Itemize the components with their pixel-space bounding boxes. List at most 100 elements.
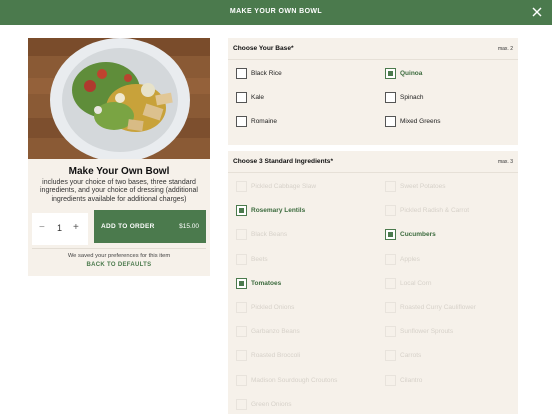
option-roasted-broccoli[interactable]: Roasted Broccoli: [236, 350, 366, 362]
option-green-onions[interactable]: Green Onions: [236, 398, 366, 411]
ingredients-section-header: Choose 3 Standard Ingredients* max. 3: [228, 151, 518, 173]
back-to-defaults-link[interactable]: BACK TO DEFAULTS: [28, 262, 210, 268]
option-label: Roasted Broccoli: [251, 352, 301, 360]
page-title: MAKE YOUR OWN BOWL: [229, 8, 323, 15]
option-cucumbers[interactable]: Cucumbers: [385, 229, 515, 241]
option-label: Quinoa: [400, 70, 423, 77]
max-count: max. 2: [497, 46, 513, 52]
item-card: Make Your Own Bowl includes your choice …: [28, 38, 210, 276]
option-label: Pickled Onions: [251, 304, 295, 311]
option-label: Black Rice: [251, 70, 282, 77]
section-title: Choose 3 Standard Ingredients*: [233, 158, 334, 165]
checkbox[interactable]: [236, 229, 247, 241]
option-black-beans[interactable]: Black Beans: [236, 229, 366, 241]
base-section-header: Choose Your Base* max. 2: [228, 38, 518, 60]
checkbox[interactable]: [236, 68, 247, 79]
base-section: Choose Your Base* max. 2 Black Rice Quino…: [228, 38, 518, 145]
option-label: Rosemary Lentils: [251, 207, 306, 215]
option-romaine[interactable]: Romaine: [236, 116, 366, 128]
option-mixed-greens[interactable]: Mixed Greens: [385, 116, 515, 128]
add-to-order-label: ADD TO ORDER: [101, 223, 155, 230]
checkmark-fill: [239, 280, 244, 286]
option-label: Kale: [251, 94, 265, 101]
checkbox[interactable]: [236, 116, 247, 127]
checkbox[interactable]: [236, 326, 247, 338]
option-label: Madison Sourdough Croutons: [251, 376, 338, 384]
option-label: Local Corn: [400, 279, 432, 287]
checkbox[interactable]: [385, 116, 396, 127]
option-local-corn[interactable]: Local Corn: [385, 277, 515, 290]
max-count: max. 3: [497, 159, 513, 165]
checkbox[interactable]: [236, 253, 247, 265]
section-title: Choose Your Base*: [233, 45, 294, 52]
checkbox[interactable]: [385, 181, 396, 192]
checkbox-checked[interactable]: [385, 68, 396, 79]
checkbox[interactable]: [236, 92, 247, 103]
quantity-stepper: − 1 +: [32, 213, 88, 245]
option-label: Black Beans: [251, 231, 288, 239]
option-label: Mixed Greens: [400, 118, 441, 125]
option-roasted-curry-cauliflower[interactable]: Roasted Curry Cauliflower: [385, 302, 515, 314]
checkbox-checked[interactable]: [236, 277, 247, 289]
checkbox[interactable]: [236, 181, 247, 192]
close-icon[interactable]: [530, 5, 544, 19]
checkmark-fill: [388, 71, 393, 76]
option-pickled-onions[interactable]: Pickled Onions: [236, 302, 366, 314]
checkbox[interactable]: [385, 253, 396, 265]
option-quinoa[interactable]: Quinoa: [385, 68, 515, 80]
checkbox[interactable]: [385, 205, 396, 217]
checkbox[interactable]: [385, 277, 396, 289]
checkbox[interactable]: [385, 302, 396, 313]
option-label: Cucumbers: [400, 231, 436, 239]
item-name: Make Your Own Bowl: [68, 166, 170, 177]
checkbox[interactable]: [385, 350, 396, 362]
checkbox[interactable]: [385, 374, 396, 386]
option-pickled-cabbage-slaw[interactable]: Pickled Cabbage Slaw: [236, 181, 366, 193]
option-tomatoes[interactable]: Tomatoes: [236, 277, 366, 290]
option-label: Carrots: [400, 352, 422, 360]
checkbox[interactable]: [236, 350, 247, 362]
option-garbanzo-beans[interactable]: Garbanzo Beans: [236, 326, 366, 338]
option-rosemary-lentils[interactable]: Rosemary Lentils: [236, 205, 366, 217]
checkmark-fill: [239, 208, 244, 214]
option-label: Roasted Curry Cauliflower: [400, 304, 476, 311]
option-sunflower-sprouts[interactable]: Sunflower Sprouts: [385, 326, 515, 338]
checkbox[interactable]: [236, 398, 247, 410]
option-kale[interactable]: Kale: [236, 92, 366, 104]
option-label: Sunflower Sprouts: [400, 328, 454, 336]
plus-icon[interactable]: +: [73, 222, 79, 233]
ingredients-section: Choose 3 Standard Ingredients* max. 3 Pi…: [228, 151, 518, 414]
header-bar: MAKE YOUR OWN BOWL: [0, 0, 552, 25]
option-label: Beets: [251, 255, 268, 263]
option-label: Apples: [400, 255, 420, 263]
item-description: includes your choice of two bases, three…: [40, 179, 198, 203]
checkmark-fill: [388, 232, 393, 238]
option-label: Sweet Potatoes: [400, 183, 446, 190]
bowl-photo: [28, 38, 210, 159]
option-sweet-potatoes[interactable]: Sweet Potatoes: [385, 181, 515, 193]
checkbox-checked[interactable]: [385, 229, 396, 241]
option-black-rice[interactable]: Black Rice: [236, 68, 366, 80]
checkbox[interactable]: [385, 92, 396, 103]
option-beets[interactable]: Beets: [236, 253, 366, 266]
minus-icon[interactable]: −: [39, 222, 45, 233]
checkbox[interactable]: [385, 326, 396, 338]
item-price: $15.00: [179, 223, 199, 230]
saved-preferences-note: We saved your preferences for this item: [67, 253, 171, 259]
checkbox[interactable]: [236, 302, 247, 313]
option-label: Spinach: [400, 94, 424, 101]
option-apples[interactable]: Apples: [385, 253, 515, 266]
option-label: Cilantro: [400, 376, 423, 384]
checkbox-checked[interactable]: [236, 205, 247, 217]
option-pickled-radish-and-carrot[interactable]: Pickled Radish & Carrot: [385, 205, 515, 217]
option-label: Pickled Cabbage Slaw: [251, 183, 317, 190]
option-cilantro[interactable]: Cilantro: [385, 374, 515, 387]
option-carrots[interactable]: Carrots: [385, 350, 515, 362]
checkbox[interactable]: [236, 374, 247, 386]
option-label: Romaine: [251, 118, 278, 125]
add-to-order-button[interactable]: ADD TO ORDER $15.00: [94, 210, 206, 243]
option-label: Green Onions: [251, 400, 292, 408]
divider: [32, 248, 206, 249]
option-spinach[interactable]: Spinach: [385, 92, 515, 104]
option-madison-sourdough-croutons[interactable]: Madison Sourdough Croutons: [236, 374, 366, 387]
